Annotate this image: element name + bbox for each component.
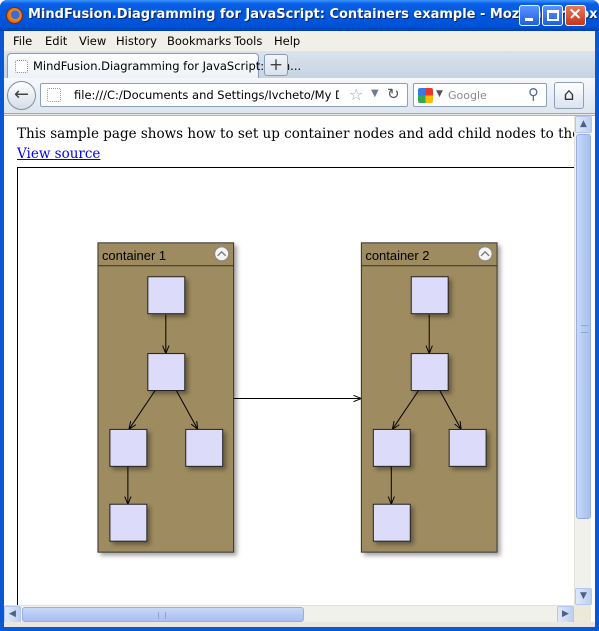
scroll-down-button[interactable]: ▼: [575, 588, 592, 605]
menu-edit[interactable]: Edit: [45, 34, 67, 48]
tab-label: MindFusion.Diagramming for JavaScript: C…: [33, 59, 302, 73]
menu-view[interactable]: View: [79, 34, 106, 48]
maximize-button[interactable]: [542, 5, 563, 26]
container-node-2[interactable]: container 2: [360, 242, 498, 553]
scroll-corner: [574, 605, 591, 622]
maximize-icon: [547, 10, 559, 21]
home-button[interactable]: ⌂: [554, 82, 584, 109]
menu-tools[interactable]: Tools: [234, 34, 262, 48]
search-input[interactable]: Google: [448, 89, 487, 102]
search-magnifier-icon[interactable]: ⚲: [528, 85, 539, 103]
container-1-caption: container 1: [102, 248, 166, 263]
minimize-button[interactable]: [519, 5, 540, 26]
url-text[interactable]: file:///C:/Documents and Settings/Ivchet…: [74, 88, 339, 102]
child-node[interactable]: [147, 276, 186, 315]
reload-icon[interactable]: ↻: [387, 85, 400, 103]
scroll-left-button[interactable]: ◀: [4, 606, 21, 623]
navigation-toolbar: ← file:///C:/Documents and Settings/Ivch…: [4, 78, 595, 114]
page-icon: [15, 60, 28, 73]
tab-strip: MindFusion.Diagramming for JavaScript: C…: [4, 51, 595, 78]
menu-help[interactable]: Help: [274, 34, 300, 48]
container-2-caption: container 2: [365, 248, 429, 263]
google-icon[interactable]: [418, 88, 433, 103]
url-bar[interactable]: file:///C:/Documents and Settings/Ivchet…: [40, 83, 408, 107]
new-tab-button[interactable]: +: [264, 54, 288, 76]
child-node[interactable]: [147, 353, 186, 392]
horizontal-scroll-thumb[interactable]: [22, 607, 304, 622]
scroll-up-button[interactable]: ▲: [575, 116, 592, 133]
search-bar[interactable]: ▼ Google ⚲: [413, 83, 547, 107]
child-node[interactable]: [109, 428, 148, 467]
browser-chrome: File Edit View History Bookmarks Tools H…: [4, 31, 595, 627]
history-dropdown-icon[interactable]: ▼: [371, 88, 379, 99]
child-node[interactable]: [109, 503, 148, 542]
engine-dropdown-icon[interactable]: ▼: [436, 89, 443, 99]
child-node[interactable]: [410, 276, 449, 315]
collapse-icon[interactable]: [477, 246, 493, 262]
status-area: [4, 622, 595, 627]
title-bar[interactable]: MindFusion.Diagramming for JavaScript: C…: [0, 0, 599, 31]
content-viewport: This sample page shows how to set up con…: [4, 115, 595, 627]
menu-bar: File Edit View History Bookmarks Tools H…: [4, 31, 595, 51]
grip-icon: [581, 325, 588, 333]
web-page: This sample page shows how to set up con…: [4, 116, 574, 605]
diagram-canvas[interactable]: container 1 container 2: [17, 167, 574, 605]
view-source-link[interactable]: View source: [17, 146, 100, 162]
browser-window: MindFusion.Diagramming for JavaScript: C…: [0, 0, 599, 631]
child-node[interactable]: [185, 428, 224, 467]
intro-text: This sample page shows how to set up con…: [17, 126, 574, 142]
menu-history[interactable]: History: [116, 34, 157, 48]
grip-icon: [158, 612, 166, 619]
child-node[interactable]: [410, 353, 449, 392]
site-identity-icon[interactable]: [47, 88, 61, 102]
child-node[interactable]: [448, 428, 487, 467]
vertical-scroll-thumb[interactable]: [576, 134, 591, 519]
child-node[interactable]: [372, 503, 411, 542]
window-title: MindFusion.Diagramming for JavaScript: C…: [28, 7, 598, 22]
horizontal-scrollbar[interactable]: ◀ ▶: [4, 605, 574, 623]
collapse-icon[interactable]: [214, 246, 230, 262]
bookmark-star-icon[interactable]: ☆: [349, 85, 363, 104]
menu-bookmarks[interactable]: Bookmarks: [167, 34, 231, 48]
container-node-1[interactable]: container 1: [97, 242, 235, 553]
back-button[interactable]: ←: [7, 81, 36, 110]
close-icon: ×: [568, 4, 583, 24]
menu-file[interactable]: File: [13, 34, 32, 48]
close-button[interactable]: ×: [565, 4, 586, 26]
tab-containers-example[interactable]: MindFusion.Diagramming for JavaScript: C…: [7, 53, 301, 78]
child-node[interactable]: [372, 428, 411, 467]
minimize-icon: [525, 18, 533, 21]
firefox-icon: [6, 7, 23, 24]
scroll-right-button[interactable]: ▶: [557, 606, 574, 623]
vertical-scrollbar[interactable]: ▲ ▼: [574, 116, 592, 605]
